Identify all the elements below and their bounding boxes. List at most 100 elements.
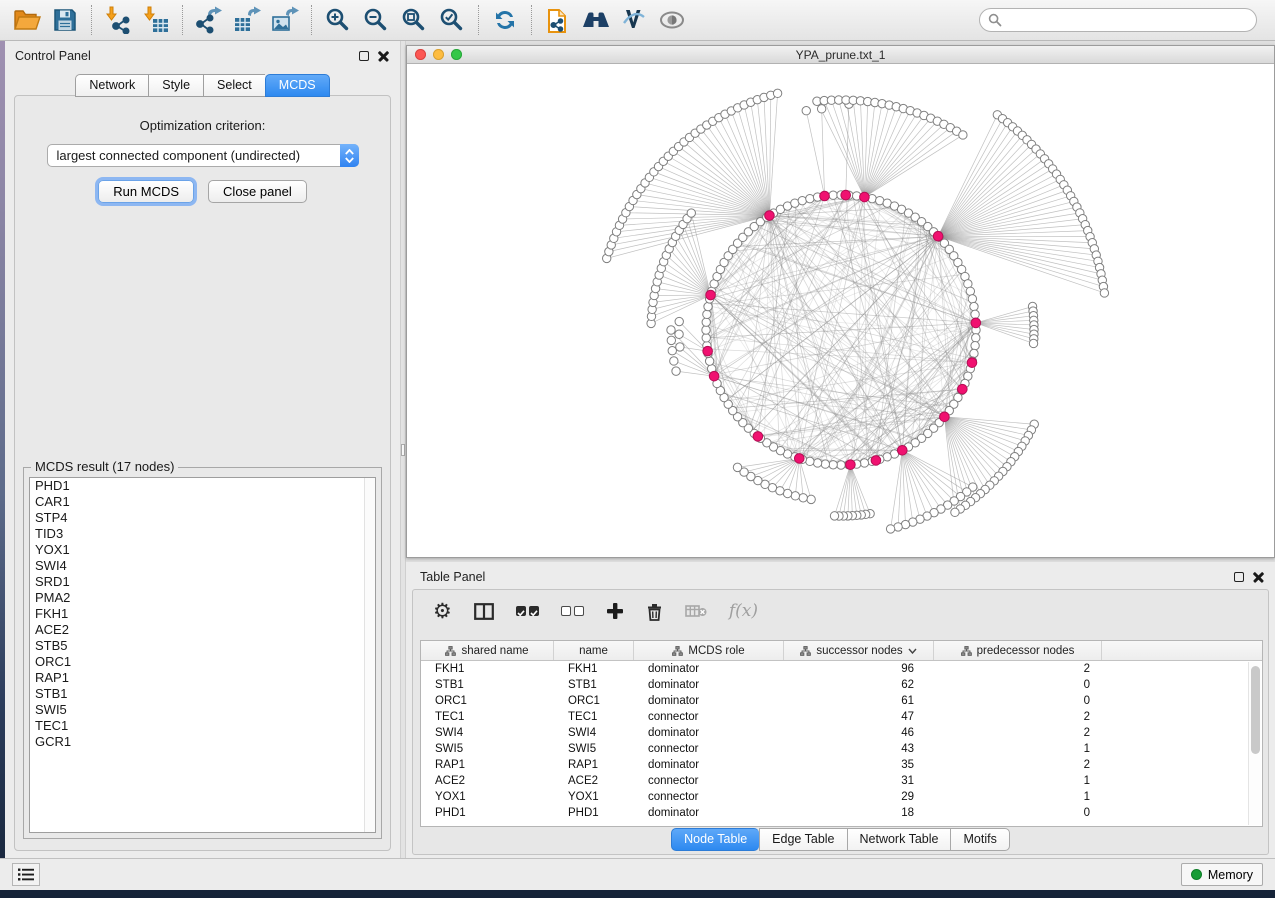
column-header-mcds-role[interactable]: MCDS role — [634, 641, 784, 660]
mcds-hub-node[interactable] — [958, 384, 968, 394]
close-panel-button[interactable]: Close panel — [208, 180, 307, 203]
close-panel-icon[interactable] — [1253, 571, 1265, 583]
mcds-hub-node[interactable] — [967, 358, 977, 368]
tab-style[interactable]: Style — [148, 74, 203, 97]
scrollbar-thumb[interactable] — [1251, 666, 1260, 754]
mcds-node-item[interactable]: PHD1 — [30, 478, 375, 494]
select-all-columns-icon[interactable] — [516, 606, 539, 616]
network-view[interactable] — [407, 64, 1274, 557]
search-input[interactable] — [1007, 13, 1248, 27]
tab-network-table[interactable]: Network Table — [847, 828, 951, 851]
vizmapper-button[interactable] — [615, 3, 653, 37]
open-file-button[interactable] — [8, 3, 46, 37]
column-header-shared-name[interactable]: shared name — [421, 641, 554, 660]
run-mcds-button[interactable]: Run MCDS — [98, 180, 194, 203]
delete-column-icon[interactable] — [646, 602, 663, 621]
mcds-hub-node[interactable] — [897, 445, 907, 455]
mcds-hub-node[interactable] — [794, 454, 804, 464]
table-row[interactable]: TEC1TEC1connector472 — [421, 709, 1262, 725]
tab-network[interactable]: Network — [75, 74, 148, 97]
mcds-node-item[interactable]: STP4 — [30, 510, 375, 526]
column-header-predecessor-nodes[interactable]: predecessor nodes — [934, 641, 1102, 660]
mcds-node-item[interactable]: STB5 — [30, 638, 375, 654]
mcds-node-item[interactable]: SWI5 — [30, 702, 375, 718]
mcds-node-item[interactable]: STB1 — [30, 686, 375, 702]
mcds-result-list[interactable]: PHD1CAR1STP4TID3YOX1SWI4SRD1PMA2FKH1ACE2… — [29, 477, 376, 833]
zoom-out-button[interactable] — [357, 3, 395, 37]
mcds-node-item[interactable]: TEC1 — [30, 718, 375, 734]
mcds-hub-node[interactable] — [860, 192, 870, 202]
mcds-hub-node[interactable] — [703, 346, 713, 356]
network-document-button[interactable] — [539, 3, 577, 37]
task-history-button[interactable] — [12, 863, 40, 886]
list-scrollbar[interactable] — [364, 478, 375, 832]
splitter-handle-icon[interactable] — [401, 444, 405, 456]
delete-table-icon[interactable] — [685, 604, 707, 618]
table-scrollbar[interactable] — [1248, 662, 1261, 825]
search-network-button[interactable] — [577, 3, 615, 37]
table-row[interactable]: ORC1ORC1dominator610 — [421, 693, 1262, 709]
deselect-all-columns-icon[interactable] — [561, 606, 584, 616]
mcds-hub-node[interactable] — [765, 211, 775, 221]
table-row[interactable]: SWI4SWI4dominator462 — [421, 725, 1262, 741]
mcds-hub-node[interactable] — [820, 191, 830, 201]
import-table-button[interactable] — [137, 3, 175, 37]
mcds-node-item[interactable]: SWI4 — [30, 558, 375, 574]
save-session-button[interactable] — [46, 3, 84, 37]
mcds-node-item[interactable]: SRD1 — [30, 574, 375, 590]
table-row[interactable]: PHD1PHD1dominator180 — [421, 805, 1262, 821]
import-network-button[interactable] — [99, 3, 137, 37]
mcds-node-item[interactable]: TID3 — [30, 526, 375, 542]
select-stepper-icon — [340, 144, 359, 167]
mcds-node-item[interactable]: FKH1 — [30, 606, 375, 622]
function-builder-icon[interactable]: f(x) — [729, 601, 758, 621]
show-hide-button[interactable] — [653, 3, 691, 37]
table-row[interactable]: RAP1RAP1dominator352 — [421, 757, 1262, 773]
tab-motifs[interactable]: Motifs — [950, 828, 1009, 851]
optimization-select[interactable]: largest connected component (undirected) — [47, 144, 359, 167]
mcds-hub-node[interactable] — [846, 460, 856, 470]
network-graph[interactable] — [407, 64, 1274, 557]
export-image-button[interactable] — [266, 3, 304, 37]
mcds-node-item[interactable]: RAP1 — [30, 670, 375, 686]
tab-node-table[interactable]: Node Table — [671, 828, 759, 851]
mcds-hub-node[interactable] — [871, 456, 881, 466]
tab-mcds[interactable]: MCDS — [265, 74, 330, 97]
zoom-in-button[interactable] — [319, 3, 357, 37]
memory-button[interactable]: Memory — [1181, 863, 1263, 886]
float-panel-icon[interactable] — [359, 51, 369, 61]
mcds-node-item[interactable]: ACE2 — [30, 622, 375, 638]
network-window-titlebar[interactable]: YPA_prune.txt_1 — [407, 46, 1274, 64]
mcds-hub-node[interactable] — [706, 290, 716, 300]
tab-select[interactable]: Select — [203, 74, 265, 97]
split-panel-icon[interactable] — [474, 603, 494, 620]
table-row[interactable]: STB1STB1dominator620 — [421, 677, 1262, 693]
zoom-selected-button[interactable] — [433, 3, 471, 37]
tab-edge-table[interactable]: Edge Table — [759, 828, 846, 851]
float-panel-icon[interactable] — [1234, 572, 1244, 582]
column-header-successor-nodes[interactable]: successor nodes — [784, 641, 934, 660]
column-header-name[interactable]: name — [554, 641, 634, 660]
mcds-node-item[interactable]: PMA2 — [30, 590, 375, 606]
export-network-button[interactable] — [190, 3, 228, 37]
table-row[interactable]: SWI5SWI5connector431 — [421, 741, 1262, 757]
apply-preferred-layout-button[interactable] — [486, 3, 524, 37]
mcds-hub-node[interactable] — [940, 412, 950, 422]
table-row[interactable]: FKH1FKH1dominator962 — [421, 661, 1262, 677]
zoom-fit-button[interactable] — [395, 3, 433, 37]
add-column-icon[interactable] — [606, 602, 624, 620]
mcds-hub-node[interactable] — [753, 432, 763, 442]
mcds-hub-node[interactable] — [971, 318, 981, 328]
close-panel-icon[interactable] — [378, 50, 390, 62]
mcds-hub-node[interactable] — [841, 190, 851, 200]
mcds-node-item[interactable]: ORC1 — [30, 654, 375, 670]
mcds-node-item[interactable]: CAR1 — [30, 494, 375, 510]
table-row[interactable]: ACE2ACE2connector311 — [421, 773, 1262, 789]
settings-gear-icon[interactable]: ⚙ — [433, 601, 452, 622]
mcds-node-item[interactable]: YOX1 — [30, 542, 375, 558]
mcds-hub-node[interactable] — [709, 371, 719, 381]
mcds-hub-node[interactable] — [933, 231, 943, 241]
mcds-node-item[interactable]: GCR1 — [30, 734, 375, 750]
table-row[interactable]: YOX1YOX1connector291 — [421, 789, 1262, 805]
export-table-button[interactable] — [228, 3, 266, 37]
